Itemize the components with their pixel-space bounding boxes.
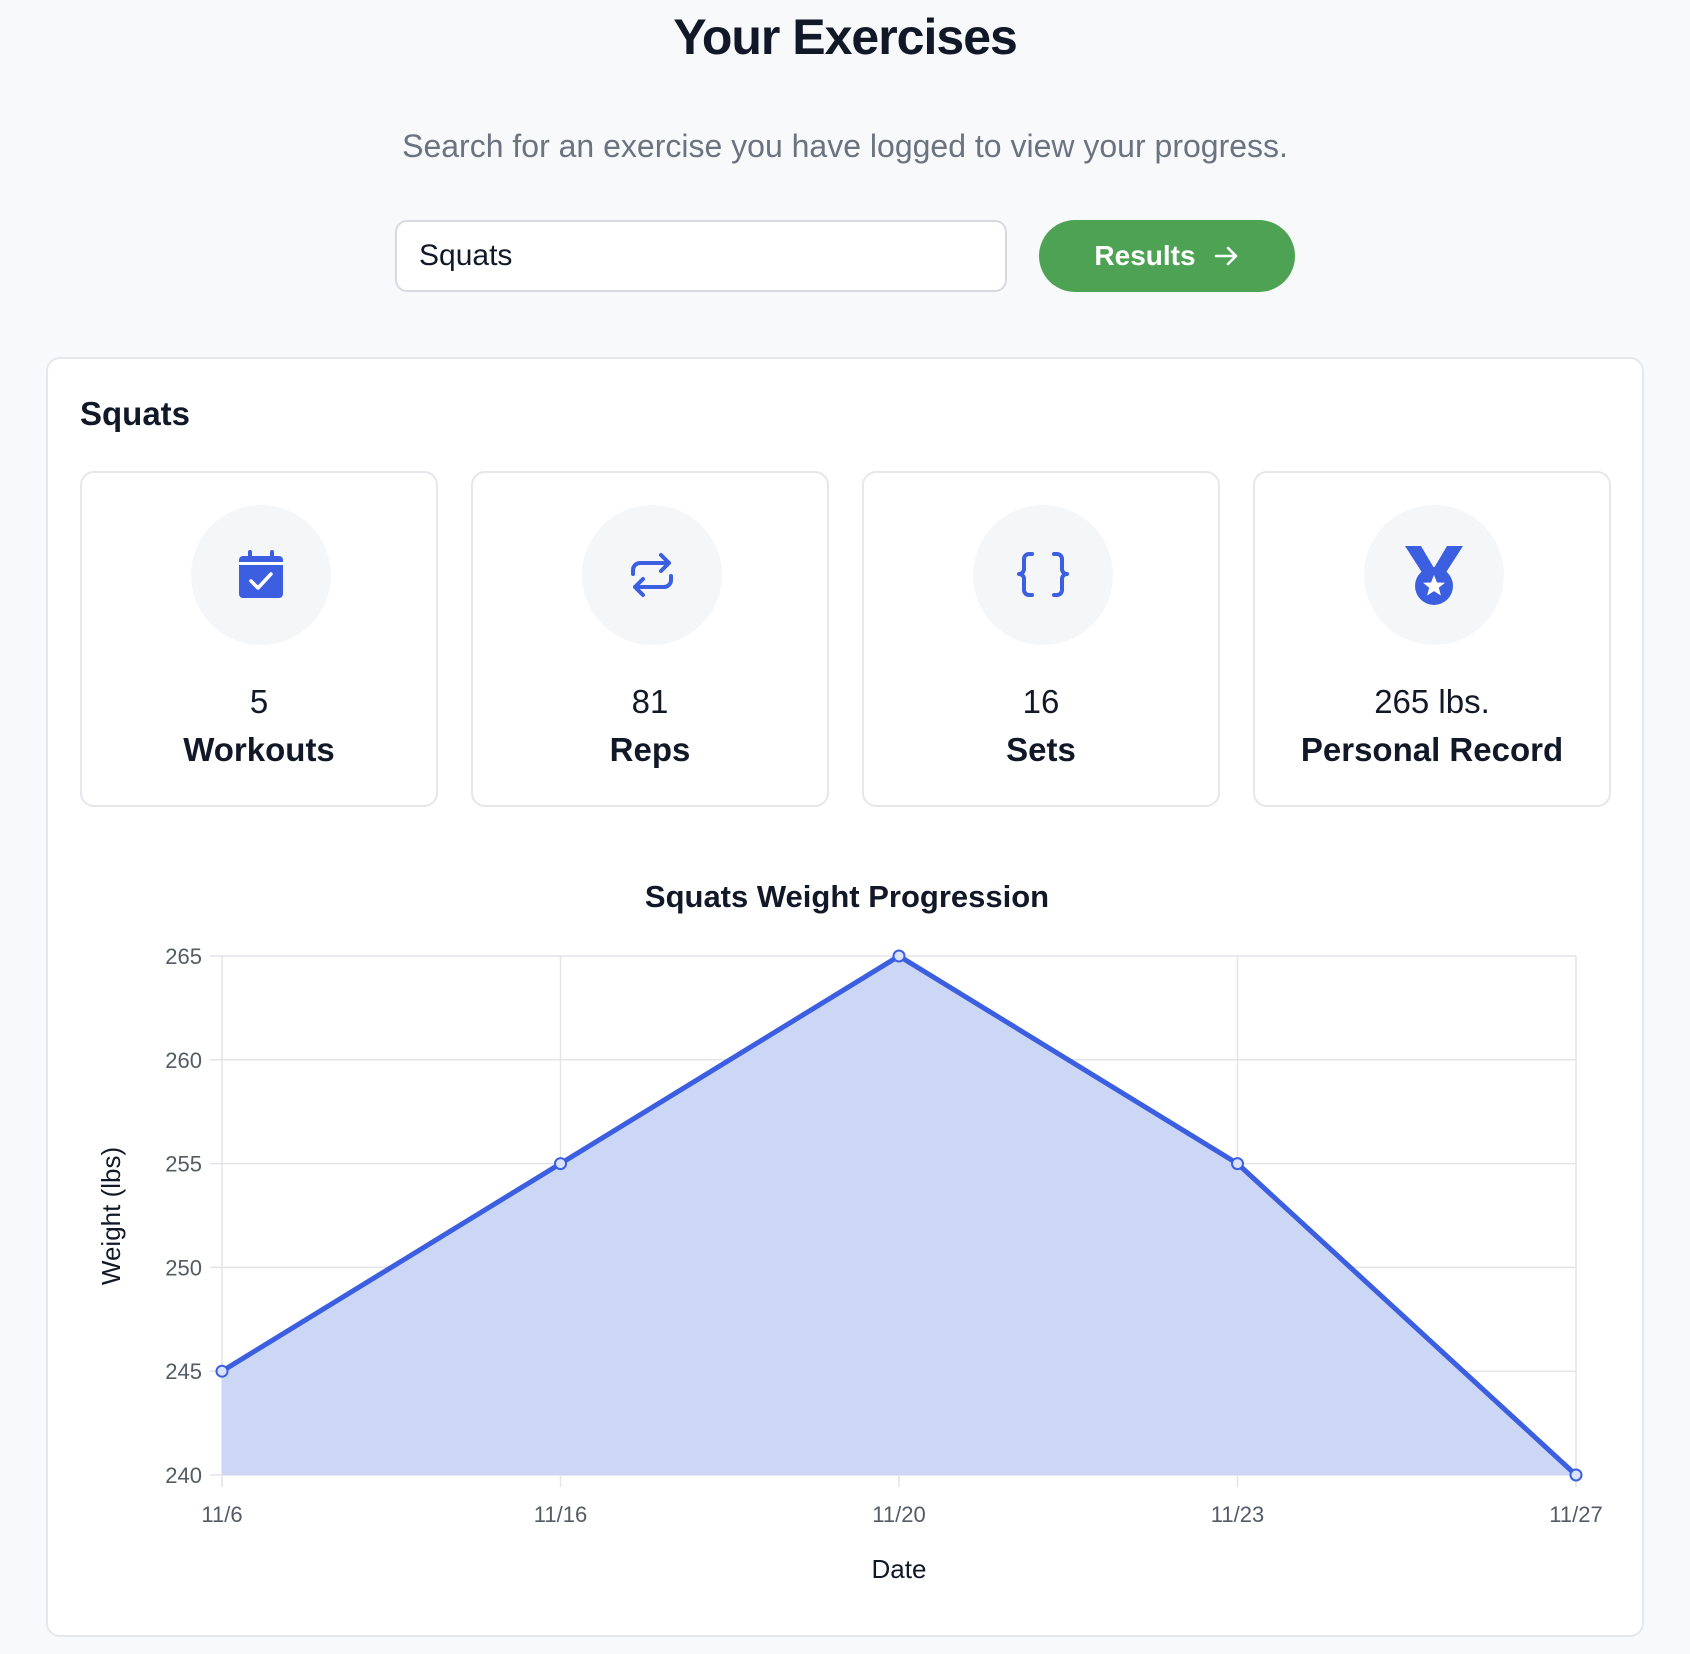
x-tick-label: 11/6 [201,1502,242,1527]
y-tick-label: 265 [165,944,202,969]
results-button[interactable]: Results [1039,220,1295,292]
data-point [215,1364,229,1378]
x-tick-label: 11/27 [1549,1502,1602,1527]
results-button-label: Results [1094,240,1196,271]
y-tick-label: 240 [165,1463,202,1488]
page-subtitle: Search for an exercise you have logged t… [402,128,1288,164]
y-tick-label: 255 [165,1152,202,1177]
exercise-search-input[interactable] [395,220,1007,292]
x-tick-label: 11/23 [1211,1502,1264,1527]
data-point [892,949,906,963]
data-point [554,1157,567,1171]
weight-progression-chart: 240 245 250 255 260 265 11/6 11/16 11/20 11/23 11/… [96,944,1603,1584]
y-tick-label: 260 [165,1048,202,1073]
data-point [1231,1157,1244,1171]
y-tick-label: 250 [165,1255,202,1280]
x-tick-label: 11/20 [872,1502,925,1527]
exercise-card: Squats 5 Workouts 81 Reps 16 Sets 265 lb… [46,357,1644,1637]
y-axis-label: Weight (lbs) [96,1147,126,1285]
data-point [1569,1468,1583,1482]
x-axis-label: Date [872,1554,927,1584]
page-title: Your Exercises [673,9,1018,65]
y-tick-label: 245 [165,1359,202,1384]
arrow-right-icon [1214,246,1237,266]
x-tick-label: 11/16 [534,1502,587,1527]
chart-area-fill [222,956,1576,1475]
